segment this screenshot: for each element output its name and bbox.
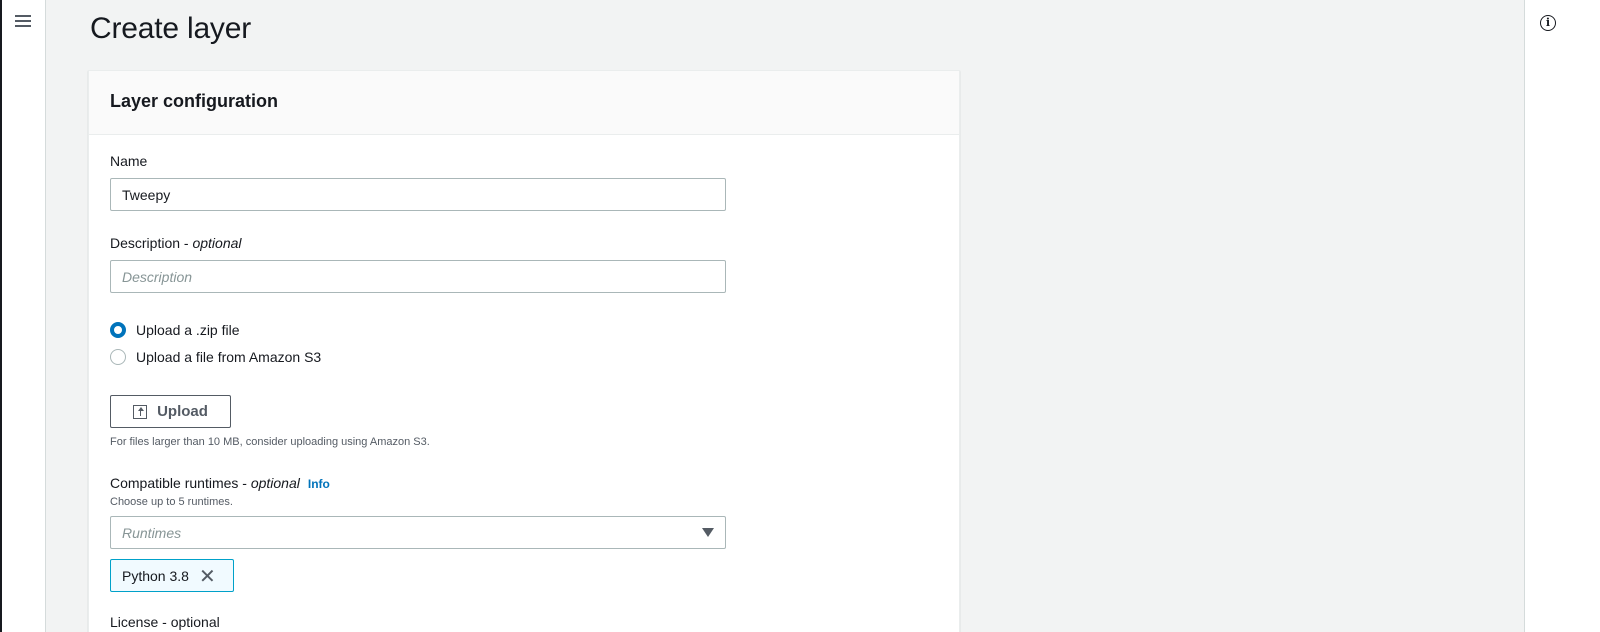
runtimes-optional-text: optional bbox=[250, 475, 300, 491]
info-circle-icon[interactable]: i bbox=[1540, 15, 1556, 31]
runtimes-info-link[interactable]: Info bbox=[308, 477, 330, 491]
license-label-partial: License - optional bbox=[110, 614, 220, 630]
radio-upload-s3-label: Upload a file from Amazon S3 bbox=[136, 349, 322, 365]
caret-down-icon bbox=[702, 528, 714, 537]
radio-button-checked[interactable] bbox=[110, 322, 126, 338]
runtime-token: Python 3.8 ✕ bbox=[110, 559, 234, 592]
radio-upload-s3[interactable]: Upload a file from Amazon S3 bbox=[110, 349, 321, 365]
description-optional-text: optional bbox=[192, 235, 242, 251]
upload-icon bbox=[133, 404, 148, 419]
close-icon[interactable]: ✕ bbox=[199, 566, 216, 586]
description-label-text: Description - bbox=[110, 235, 193, 251]
runtimes-label: Compatible runtimes - optional Info bbox=[110, 475, 330, 491]
page-title: Create layer bbox=[90, 12, 252, 45]
right-tools-rail bbox=[1524, 0, 1600, 632]
description-input[interactable] bbox=[110, 260, 726, 293]
runtimes-select-placeholder: Runtimes bbox=[122, 524, 182, 541]
runtimes-select[interactable]: Runtimes bbox=[110, 516, 726, 549]
panel-header: Layer configuration bbox=[89, 71, 959, 135]
description-label: Description - optional bbox=[110, 235, 242, 251]
runtimes-label-text: Compatible runtimes - bbox=[110, 475, 251, 491]
radio-upload-zip-label: Upload a .zip file bbox=[136, 322, 240, 338]
layer-configuration-panel: Layer configuration Name Description - o… bbox=[88, 70, 960, 632]
upload-hint: For files larger than 10 MB, consider up… bbox=[110, 436, 430, 448]
runtimes-hint: Choose up to 5 runtimes. bbox=[110, 496, 233, 508]
runtime-token-label: Python 3.8 bbox=[122, 567, 189, 584]
upload-button-label: Upload bbox=[157, 403, 208, 420]
left-navigation-rail bbox=[0, 0, 46, 632]
radio-button-unchecked[interactable] bbox=[110, 349, 126, 365]
radio-upload-zip[interactable]: Upload a .zip file bbox=[110, 322, 240, 338]
name-input[interactable] bbox=[110, 178, 726, 211]
hamburger-menu-icon[interactable] bbox=[15, 12, 35, 30]
upload-button[interactable]: Upload bbox=[110, 395, 231, 428]
panel-title: Layer configuration bbox=[110, 91, 279, 111]
name-label: Name bbox=[110, 153, 148, 169]
